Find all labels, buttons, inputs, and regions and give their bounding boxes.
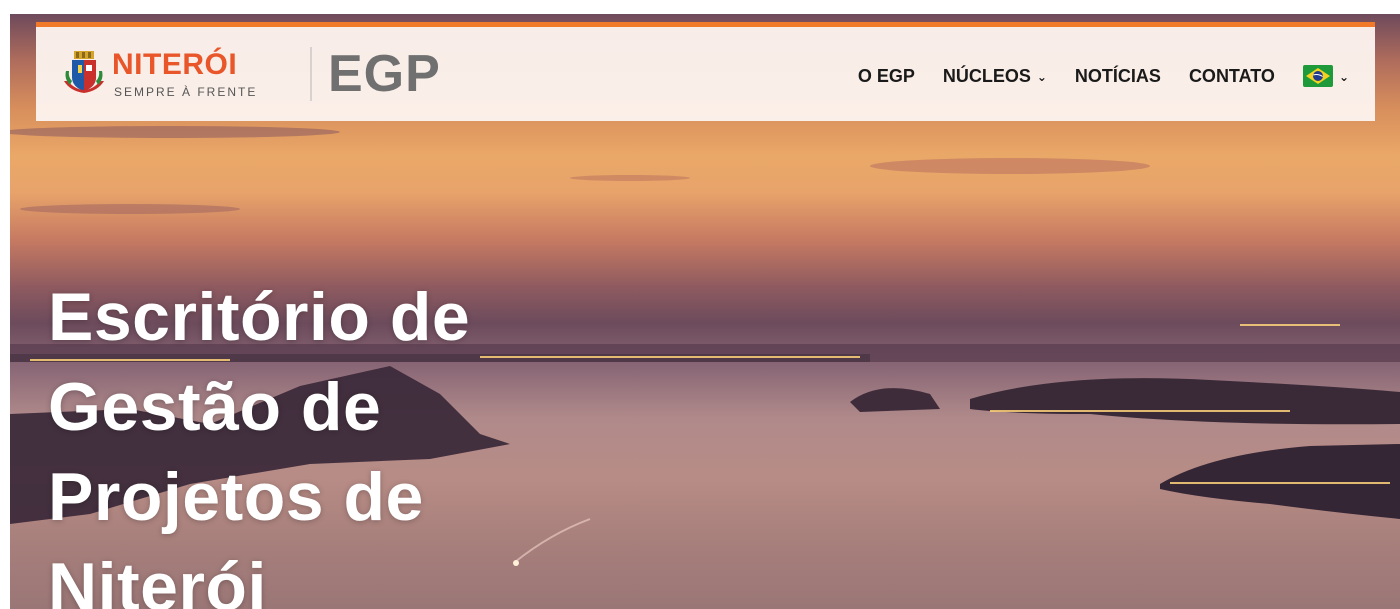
- brazil-flag-icon: [1302, 65, 1333, 87]
- nav-item-o-egp[interactable]: O EGP: [858, 66, 915, 87]
- nav-item-label: O EGP: [857, 65, 915, 86]
- main-nav: O EGP NÚCLEOS ⌄ NOTÍCIAS CONTATO ⌄: [858, 61, 1349, 91]
- hero-title-line: Niterói: [48, 549, 267, 609]
- chevron-down-icon: ⌄: [1338, 70, 1349, 84]
- nav-item-label: NÚCLEOS: [942, 65, 1031, 86]
- chevron-down-icon: ⌄: [1036, 70, 1047, 84]
- language-selector[interactable]: ⌄: [1302, 65, 1349, 87]
- hero-title-line: Gestão de: [48, 369, 382, 445]
- city-name-logo: NITERÓI: [112, 48, 238, 81]
- nav-item-label: CONTATO: [1188, 65, 1275, 86]
- egp-logo: EGP: [328, 45, 441, 103]
- site-header: NITERÓI SEMPRE À FRENTE EGP O EGP NÚCLEO…: [36, 22, 1375, 121]
- city-slogan: SEMPRE À FRENTE: [114, 85, 258, 99]
- niteroi-coat-of-arms-icon: [64, 51, 104, 93]
- nav-item-label: NOTÍCIAS: [1074, 65, 1161, 86]
- logo-divider: [310, 47, 312, 101]
- hero-title-line: Projetos de: [48, 459, 424, 535]
- nav-item-contato[interactable]: CONTATO: [1189, 66, 1275, 87]
- hero-title: Escritório de Gestão de Projetos de Nite…: [48, 272, 688, 609]
- nav-item-noticias[interactable]: NOTÍCIAS: [1075, 66, 1161, 87]
- nav-item-nucleos[interactable]: NÚCLEOS ⌄: [943, 66, 1047, 87]
- hero-title-line: Escritório de: [48, 279, 471, 355]
